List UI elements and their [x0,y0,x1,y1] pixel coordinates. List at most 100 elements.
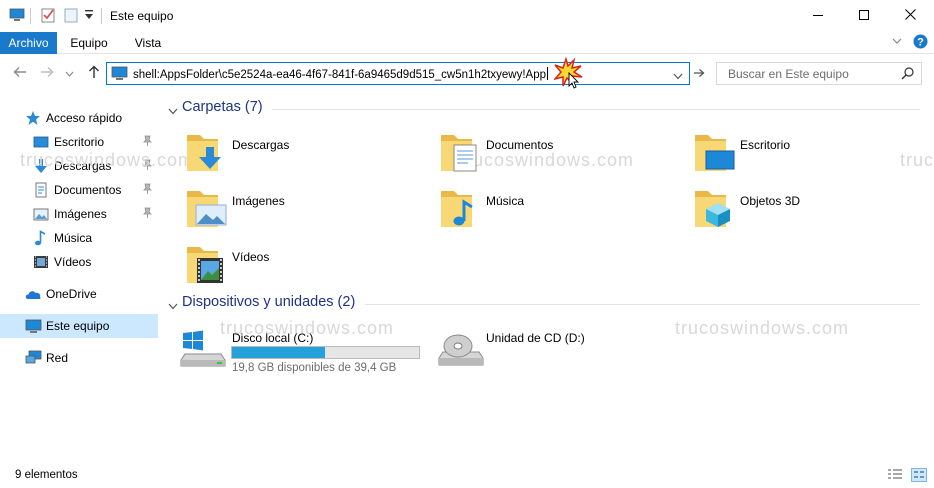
minimize-button[interactable] [795,0,841,32]
desktop-folder-icon [692,129,740,177]
new-folder-icon[interactable] [63,7,79,26]
sidebar-item-label: Acceso rápido [46,111,123,125]
arrow-up-icon [88,65,100,82]
drive-free-space: 19,8 GB disponibles de 39,4 GB [232,362,397,374]
chevron-down-icon [65,66,74,80]
sidebar-item-label: Vídeos [54,255,92,269]
network-icon [25,350,42,366]
sidebar-item-descargas[interactable]: Descargas [0,154,158,178]
folder-tile-descargas[interactable]: Descargas [160,129,410,179]
content-area: trucoswindows.com trucoswindows.com truc… [20,92,934,462]
arrow-right-icon [40,66,54,81]
address-input[interactable]: shell:AppsFolder\c5e2524a-ea46-4f67-841f… [133,67,548,81]
group-header-dispositivos[interactable]: Dispositivos y unidades (2) [160,294,934,314]
expand-ribbon-icon[interactable] [891,35,903,50]
folder-tile-videos[interactable]: Vídeos [160,241,410,291]
sidebar-item-documentos[interactable]: Documentos [0,178,158,202]
sidebar-item-label: Documentos [54,183,122,197]
sidebar-item-label: Escritorio [54,135,105,149]
folder-label: Vídeos [232,250,270,264]
sidebar-item-label: Música [54,231,93,245]
folder-tile-musica[interactable]: Música [414,185,664,235]
recent-locations-button[interactable] [63,64,75,82]
minimize-icon [813,9,823,23]
details-view-icon[interactable] [887,468,903,485]
title-bar: Este equipo [0,0,934,32]
folder-tile-imagenes[interactable]: Imágenes [160,185,410,235]
svg-text:?: ? [917,37,924,49]
sidebar-item-videos[interactable]: Vídeos [0,250,158,274]
download-icon [33,158,49,174]
video-icon [33,254,49,270]
group-title: Dispositivos y unidades (2) [182,294,356,310]
folder-label: Música [486,194,525,208]
folder-tile-documentos[interactable]: Documentos [414,129,664,179]
document-icon [33,182,49,198]
tab-vista[interactable]: Vista [122,32,174,54]
folder-label: Documentos [486,138,554,152]
item-count: 9 elementos [15,469,78,481]
help-icon[interactable]: ? [913,34,928,52]
chevron-down-icon [168,299,178,313]
sidebar-item-musica[interactable]: Música [0,226,158,250]
sidebar-item-red[interactable]: Red [0,346,158,370]
music-folder-icon [438,185,486,233]
pin-icon [143,207,152,221]
sidebar-item-label: Red [46,351,69,365]
go-button[interactable] [690,62,708,85]
separator [30,8,31,24]
search-box[interactable]: Buscar en Este equipo [716,62,922,85]
maximize-button[interactable] [841,0,887,32]
drive-tile-c[interactable]: Disco local (C:) 19,8 GB disponibles de … [160,322,430,374]
up-button[interactable] [85,64,103,82]
separator [101,8,102,24]
status-bar: 9 elementos [0,464,934,488]
sidebar-item-acceso-rapido[interactable]: Acceso rápido [0,106,158,130]
star-icon [25,110,41,126]
cloud-icon [25,286,41,302]
tab-equipo[interactable]: Equipo [60,32,118,54]
close-button[interactable] [887,0,933,32]
watermark: trucoswindows.com [675,318,850,338]
sidebar-item-escritorio[interactable]: Escritorio [0,130,158,154]
navigation-bar: shell:AppsFolder\c5e2524a-ea46-4f67-841f… [0,55,934,91]
local-disk-icon [180,322,228,370]
maximize-icon [859,9,869,23]
sidebar-item-imagenes[interactable]: Imágenes [0,202,158,226]
navigation-pane: Acceso rápido Escritorio Descargas Docum… [0,98,158,448]
tiles-view-icon[interactable] [911,468,927,485]
search-input[interactable]: Buscar en Este equipo [728,67,849,81]
folder-tile-objetos-3d[interactable]: Objetos 3D [668,185,918,235]
sidebar-item-onedrive[interactable]: OneDrive [0,282,158,306]
sidebar-item-label: Imágenes [54,207,107,221]
customize-toolbar-icon[interactable] [84,9,94,24]
group-header-carpetas[interactable]: Carpetas (7) [160,99,934,119]
folder-tile-escritorio[interactable]: Escritorio [668,129,918,179]
drive-tile-d[interactable]: Unidad de CD (D:) [414,322,664,372]
pin-icon [143,159,152,173]
documents-folder-icon [438,129,486,177]
properties-icon[interactable] [40,7,56,26]
drive-usage-fill [232,347,325,358]
forward-button[interactable] [38,64,56,82]
back-button[interactable] [11,64,29,82]
sidebar-item-label: OneDrive [46,287,97,301]
close-icon [904,9,916,23]
sidebar-item-label: Este equipo [46,319,110,333]
window-title: Este equipo [110,9,174,23]
chevron-down-icon [168,104,178,118]
address-bar[interactable]: shell:AppsFolder\c5e2524a-ea46-4f67-841f… [106,56,690,89]
sidebar-item-este-equipo[interactable]: Este equipo [0,314,158,338]
drive-label: Disco local (C:) [232,331,314,345]
arrow-right-icon [693,67,705,81]
drive-label: Unidad de CD (D:) [486,331,585,345]
arrow-left-icon [13,66,27,81]
pin-icon [143,183,152,197]
click-burst-icon [552,56,584,92]
computer-icon[interactable] [9,7,25,26]
ribbon: Archivo Equipo Vista ? [0,32,934,54]
tab-archivo[interactable]: Archivo [0,32,57,54]
address-history-icon[interactable] [673,69,683,83]
computer-icon [25,318,42,334]
search-icon[interactable] [901,67,914,83]
